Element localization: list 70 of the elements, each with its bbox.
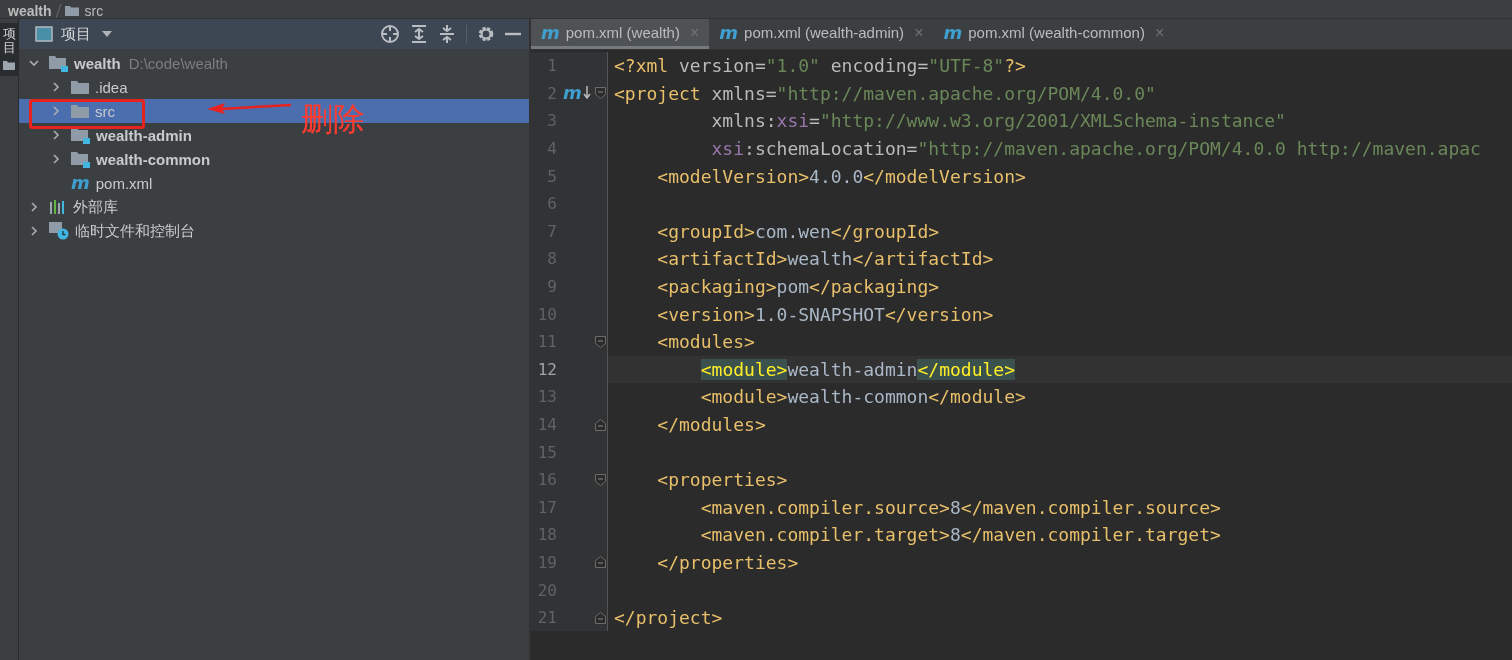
- panel-title[interactable]: 项目: [61, 24, 91, 44]
- maven-icon: m: [71, 174, 90, 192]
- code-line: <module>wealth-admin</module>: [699, 358, 1015, 380]
- collapse-all-icon[interactable]: [438, 24, 456, 44]
- unfold-marker-icon[interactable]: [595, 556, 606, 569]
- tree-row[interactable]: wealth-common: [19, 147, 529, 171]
- tree-row[interactable]: m pom.xml: [19, 171, 529, 195]
- code-line: <maven.compiler.target>8</maven.compiler.target>: [699, 524, 1221, 546]
- breadcrumb-item[interactable]: src: [84, 4, 104, 18]
- tree-item-label: 外部库: [73, 197, 118, 217]
- chevron-right-icon[interactable]: [29, 202, 39, 212]
- expand-all-icon[interactable]: [410, 24, 428, 44]
- code-line: </properties>: [656, 552, 799, 573]
- code-line: <modules>: [656, 331, 755, 353]
- editor-tab[interactable]: m pom.xml (wealth) ×: [531, 19, 710, 49]
- code-line: <artifactId>wealth</artifactId>: [656, 248, 994, 270]
- tree-row[interactable]: 外部库: [19, 195, 529, 219]
- minimize-icon[interactable]: [505, 32, 521, 36]
- module-folder-icon: [49, 54, 68, 72]
- dropdown-caret-icon[interactable]: [101, 30, 113, 38]
- code-line: <project xmlns="http://maven.apache.org/POM/4.0.0": [614, 82, 1156, 104]
- chevron-right-icon[interactable]: [51, 82, 61, 92]
- fold-marker-icon[interactable]: [595, 473, 606, 486]
- folder-icon: [71, 80, 89, 94]
- code-line: <packaging>pom</packaging>: [656, 276, 940, 298]
- scratch-clock-icon: [49, 222, 69, 240]
- tree-row[interactable]: 临时文件和控制台: [19, 219, 529, 243]
- tree-item-label: src: [95, 102, 115, 120]
- tree-row[interactable]: .idea: [19, 75, 529, 99]
- tree-item-label: pom.xml: [95, 174, 153, 192]
- fold-marker-icon[interactable]: [595, 87, 606, 100]
- fold-marker-icon[interactable]: [595, 335, 606, 348]
- chevron-right-icon[interactable]: [51, 154, 61, 164]
- code-line: <module>wealth-common</module>: [699, 386, 1026, 408]
- tree-item-label: .idea: [95, 78, 128, 96]
- project-path: D:\code\wealth: [128, 54, 228, 72]
- tree-item-label: 临时文件和控制台: [75, 221, 195, 241]
- tree-row[interactable]: wealth D:\code\wealth: [19, 51, 529, 75]
- code-line: <maven.compiler.source>8</maven.compiler.source>: [699, 496, 1221, 518]
- code-line: </project>: [614, 607, 723, 629]
- locate-target-icon[interactable]: [380, 24, 400, 44]
- code-line: </modules>: [656, 414, 766, 435]
- tree-item-label: wealth-admin: [96, 126, 192, 144]
- line-number: 12: [536, 359, 557, 379]
- code-line: xmlns:xsi="http://www.w3.org/2001/XMLSchema-instance": [710, 110, 1286, 132]
- code-line: <properties>: [656, 469, 788, 491]
- chevron-right-icon[interactable]: [29, 226, 39, 236]
- settings-icon[interactable]: [477, 25, 495, 43]
- code-line: xsi:schemaLocation="http://maven.apache.org/POM/4.0.0 http://maven.apac: [710, 138, 1481, 160]
- editor-tab[interactable]: m pom.xml (wealth-admin) ×: [709, 19, 934, 49]
- module-folder-icon: [71, 126, 90, 144]
- folder-icon: [71, 104, 89, 118]
- code-line: <version>1.0-SNAPSHOT</version>: [656, 303, 994, 325]
- code-line: <?xml version="1.0" encoding="UTF-8"?>: [614, 55, 1026, 77]
- unfold-marker-icon[interactable]: [595, 611, 606, 624]
- folder-icon: [64, 5, 79, 16]
- tree-item-label: wealth-common: [96, 150, 211, 168]
- window-icon: [35, 26, 53, 42]
- library-bars-icon: [49, 200, 67, 214]
- folder-icon: [3, 59, 15, 70]
- code-line: <modelVersion>4.0.0</modelVersion>: [656, 165, 1026, 187]
- module-folder-icon: [71, 150, 90, 168]
- tree-item-label: wealth: [74, 54, 121, 72]
- project-tool-button[interactable]: 项目: [0, 23, 18, 76]
- unfold-marker-icon[interactable]: [595, 418, 606, 431]
- editor-tab[interactable]: m pom.xml (wealth-common) ×: [933, 19, 1175, 49]
- chevron-down-icon[interactable]: [29, 58, 39, 68]
- chevron-right-icon[interactable]: [51, 130, 61, 140]
- code-line: <groupId>com.wen</groupId>: [656, 220, 940, 242]
- breadcrumb-item[interactable]: wealth: [8, 4, 52, 18]
